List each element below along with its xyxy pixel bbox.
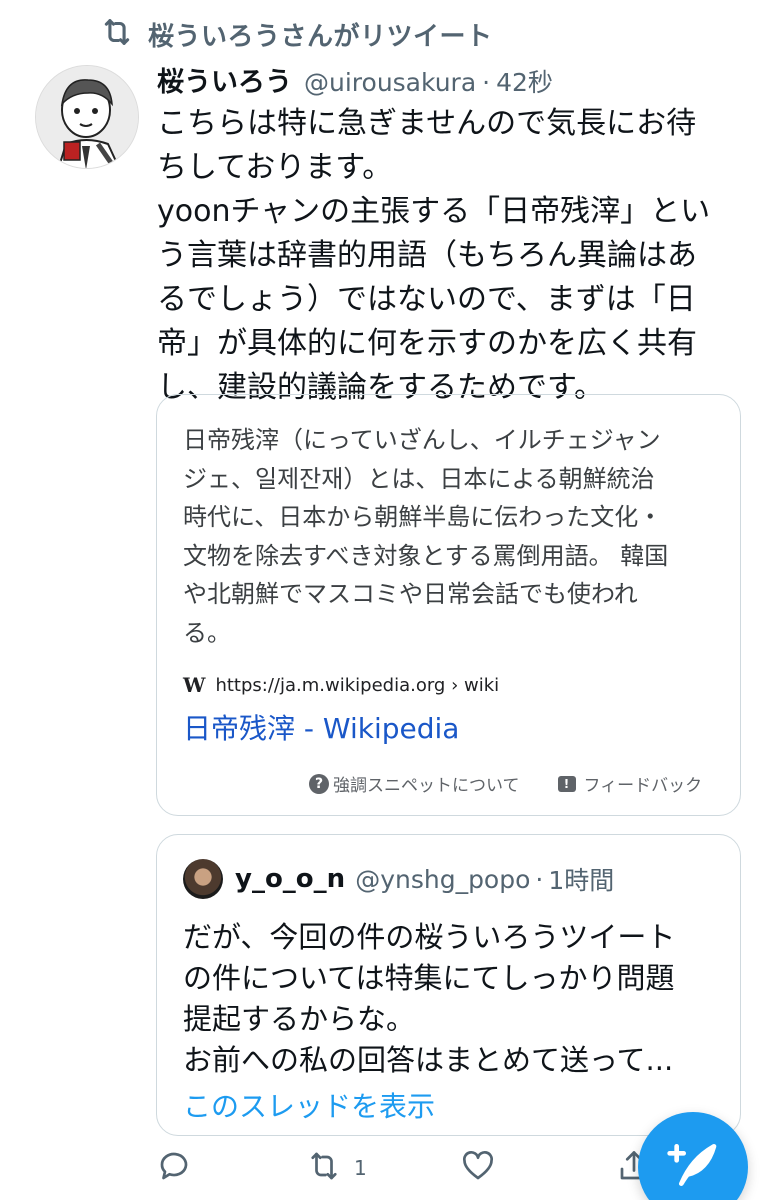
tweet-text-line: う言葉は辞書的用語（もちろん異論はあ bbox=[157, 238, 697, 273]
quoted-timestamp: 1時間 bbox=[548, 866, 615, 895]
compose-quill-icon bbox=[665, 1137, 721, 1197]
snippet-line: る。 bbox=[183, 618, 231, 647]
quoted-text-line: お前への私の回答はまとめて送って... bbox=[183, 1043, 674, 1077]
feedback-label: フィードバック bbox=[583, 776, 703, 796]
source-link-title[interactable]: 日帝残滓 - Wikipedia bbox=[183, 707, 459, 747]
show-thread-link[interactable]: このスレッドを表示 bbox=[183, 1085, 435, 1125]
user-handle[interactable]: @uirousakura bbox=[304, 68, 476, 97]
snippet-line: 時代に、日本から朝鮮半島に伝わった文化・ bbox=[183, 503, 663, 531]
quoted-text-line: 提起するからな。 bbox=[183, 1002, 416, 1036]
tweet-text-line: ちしております。 bbox=[157, 150, 393, 185]
snippet-line: 日帝残滓（にっていざんし、イルチェジャン bbox=[183, 426, 661, 454]
snippet-line: ジェ、일제잔재）とは、日本による朝鮮統治 bbox=[183, 464, 655, 493]
tweet[interactable]: 桜ういろう @uirousakura · 42秒 こちらは特に急ぎませんので気長… bbox=[157, 60, 757, 410]
snippet-line: や北朝鮮でマスコミや日常会話でも使われ bbox=[183, 580, 638, 608]
quoted-tweet[interactable]: y_o_o_n @ynshg_popo · 1時間 だが、今回の件の桜ういろうツ… bbox=[156, 834, 741, 1136]
retweet-icon bbox=[306, 1148, 342, 1188]
tweet-text-line: 帝」が具体的に何を示すのかを広く共有 bbox=[157, 326, 697, 361]
snippet-footer: ? 強調スニペットについて ! フィードバック bbox=[309, 771, 702, 796]
tweet-text-line: るでしょう）ではないので、まずは「日 bbox=[157, 282, 696, 317]
about-snippet-link[interactable]: 強調スニペットについて bbox=[333, 771, 520, 796]
reply-icon bbox=[156, 1148, 192, 1188]
quoted-text-line: の件については特集にてしっかり問題 bbox=[183, 961, 675, 995]
snippet-image-card[interactable]: 日帝残滓（にっていざんし、イルチェジャン ジェ、일제잔재）とは、日本による朝鮮統… bbox=[156, 394, 741, 816]
timestamp[interactable]: 42秒 bbox=[496, 63, 553, 99]
wikipedia-logo-icon: W bbox=[183, 673, 206, 697]
quoted-handle: @ynshg_popo bbox=[355, 864, 531, 894]
tweet-text: こちらは特に急ぎませんので気長にお待 ちしております。 yoonチャンの主張する… bbox=[157, 102, 732, 410]
retweet-count: 1 bbox=[354, 1156, 367, 1180]
feedback-button[interactable]: ! フィードバック bbox=[557, 771, 703, 796]
snippet-line: 文物を除去すべき対象とする罵倒用語。 韓国 bbox=[183, 541, 669, 570]
source-url: https://ja.m.wikipedia.org › wiki bbox=[215, 674, 500, 696]
retweet-context-text: 桜ういろうさんがリツイート bbox=[148, 21, 493, 52]
tweet-actions: 1 bbox=[156, 1148, 676, 1192]
quoted-tweet-text: だが、今回の件の桜ういろうツイート の件については特集にてしっかり問題 提起する… bbox=[183, 917, 723, 1081]
snippet-text: 日帝残滓（にっていざんし、イルチェジャン ジェ、일제잔재）とは、日本による朝鮮統… bbox=[183, 421, 723, 652]
feedback-icon: ! bbox=[557, 775, 576, 792]
display-name[interactable]: 桜ういろう bbox=[157, 60, 292, 99]
reply-button[interactable] bbox=[156, 1148, 204, 1188]
like-button[interactable] bbox=[460, 1148, 508, 1188]
avatar[interactable] bbox=[35, 65, 139, 169]
retweet-button[interactable]: 1 bbox=[306, 1148, 367, 1188]
tweet-header: 桜ういろう @uirousakura · 42秒 bbox=[157, 60, 757, 99]
quoted-tweet-header: y_o_o_n @ynshg_popo · 1時間 bbox=[183, 859, 614, 899]
heart-icon bbox=[460, 1148, 496, 1188]
separator: · bbox=[535, 864, 544, 894]
quoted-avatar bbox=[183, 859, 223, 899]
retweet-context[interactable]: 桜ういろうさんがリツイート bbox=[100, 14, 493, 54]
tweet-text-line: yoonチャンの主張する「日帝残滓」とい bbox=[157, 194, 711, 229]
help-circle-icon: ? bbox=[309, 773, 329, 794]
separator: · bbox=[482, 68, 491, 97]
source-row: W https://ja.m.wikipedia.org › wiki bbox=[183, 673, 499, 697]
quoted-display-name: y_o_o_n bbox=[235, 864, 346, 894]
quoted-text-line: だが、今回の件の桜ういろうツイート bbox=[183, 920, 676, 954]
retweet-icon bbox=[100, 15, 134, 53]
tweet-text-line: こちらは特に急ぎませんので気長にお待 bbox=[157, 106, 697, 141]
